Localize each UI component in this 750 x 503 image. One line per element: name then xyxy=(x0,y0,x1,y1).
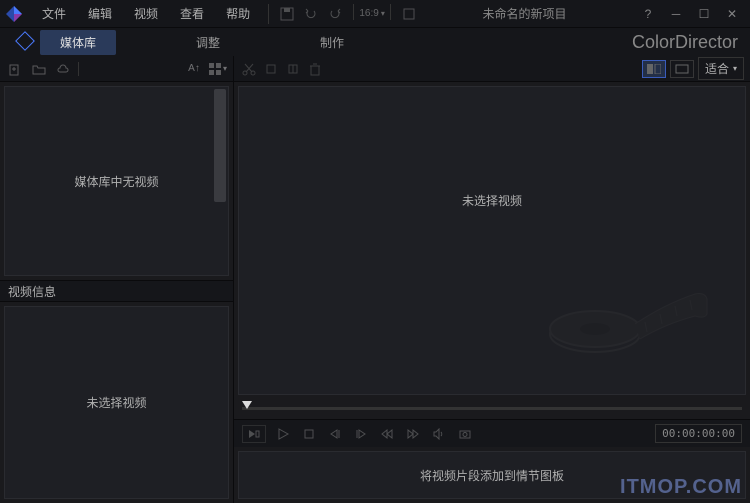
next-frame-icon[interactable] xyxy=(352,425,370,443)
single-view-icon[interactable] xyxy=(670,60,694,78)
timecode-display[interactable]: 00:00:00:00 xyxy=(655,424,742,443)
window-controls: ? ─ ☐ ✕ xyxy=(630,4,750,24)
tab-adjust[interactable]: 调整 xyxy=(176,30,240,55)
minimize-button[interactable]: ─ xyxy=(666,4,686,24)
view-mode-dropdown[interactable]: ▾ xyxy=(209,60,227,78)
stop-icon[interactable] xyxy=(300,425,318,443)
snapshot-icon[interactable] xyxy=(456,425,474,443)
menu-video[interactable]: 视频 xyxy=(124,1,168,26)
playback-controls: 00:00:00:00 xyxy=(234,419,750,447)
media-scrollbar[interactable] xyxy=(214,89,226,202)
fullscreen-icon[interactable] xyxy=(399,4,419,24)
titlebar: 文件 编辑 视频 查看 帮助 16:9▾ 未命名的新项目 ? ─ ☐ ✕ xyxy=(0,0,750,28)
media-toolbar: A↑ ▾ xyxy=(0,56,233,82)
menu-file[interactable]: 文件 xyxy=(32,1,76,26)
compare-view-icon[interactable] xyxy=(642,60,666,78)
tab-produce[interactable]: 制作 xyxy=(300,30,364,55)
video-info-header: 视频信息 xyxy=(0,280,233,302)
import-folder-icon[interactable] xyxy=(30,60,48,78)
import-file-icon[interactable] xyxy=(6,60,24,78)
volume-icon[interactable] xyxy=(430,425,448,443)
video-info-empty-text: 未选择视频 xyxy=(86,394,146,411)
film-reel-icon xyxy=(535,254,715,374)
left-panel: A↑ ▾ 媒体库中无视频 视频信息 未选择视频 xyxy=(0,56,234,503)
toolbar-icons: 16:9▾ xyxy=(268,4,419,24)
aspect-ratio-dropdown[interactable]: 16:9▾ xyxy=(362,4,382,24)
play-icon[interactable] xyxy=(274,425,292,443)
project-title: 未命名的新项目 xyxy=(419,5,630,22)
zoom-fit-dropdown[interactable]: 适合▾ xyxy=(698,57,744,80)
sort-dropdown[interactable]: A↑ xyxy=(185,60,203,78)
main-tabs: 媒体库 调整 制作 ColorDirector xyxy=(0,28,750,56)
timeline[interactable] xyxy=(242,399,742,419)
delete-icon[interactable] xyxy=(306,60,324,78)
forward-icon[interactable] xyxy=(404,425,422,443)
video-info-panel: 未选择视频 xyxy=(4,306,229,499)
main-menu: 文件 编辑 视频 查看 帮助 xyxy=(32,1,260,26)
storyboard-hint-text: 将视频片段添加到情节图板 xyxy=(420,467,564,484)
main-area: A↑ ▾ 媒体库中无视频 视频信息 未选择视频 适合▾ 未选择视频 xyxy=(0,56,750,503)
cut-icon[interactable] xyxy=(240,60,258,78)
undo-icon[interactable] xyxy=(301,4,321,24)
crop-icon[interactable] xyxy=(262,60,280,78)
brand-label: ColorDirector xyxy=(632,32,738,53)
menu-help[interactable]: 帮助 xyxy=(216,1,260,26)
media-empty-text: 媒体库中无视频 xyxy=(74,173,158,190)
menu-view[interactable]: 查看 xyxy=(170,1,214,26)
watermark: ITMOP.COM xyxy=(620,476,742,499)
tool3-icon[interactable] xyxy=(284,60,302,78)
app-logo xyxy=(0,0,28,28)
preview-toolbar: 适合▾ xyxy=(234,56,750,82)
mode-icon[interactable] xyxy=(242,425,266,443)
preview-area[interactable]: 未选择视频 xyxy=(238,86,746,395)
media-library[interactable]: 媒体库中无视频 xyxy=(4,86,229,276)
menu-edit[interactable]: 编辑 xyxy=(78,1,122,26)
maximize-button[interactable]: ☐ xyxy=(694,4,714,24)
close-button[interactable]: ✕ xyxy=(722,4,742,24)
rewind-icon[interactable] xyxy=(378,425,396,443)
save-icon[interactable] xyxy=(277,4,297,24)
help-button[interactable]: ? xyxy=(638,4,658,24)
cloud-icon[interactable] xyxy=(54,60,72,78)
right-panel: 适合▾ 未选择视频 00:00:00:00 将视频片段添加到情节图板 xyxy=(234,56,750,503)
timeline-track[interactable] xyxy=(242,407,742,410)
preview-empty-text: 未选择视频 xyxy=(462,192,522,209)
timeline-playhead[interactable] xyxy=(242,401,252,409)
tab-media[interactable]: 媒体库 xyxy=(40,30,116,55)
prev-frame-icon[interactable] xyxy=(326,425,344,443)
redo-icon[interactable] xyxy=(325,4,345,24)
